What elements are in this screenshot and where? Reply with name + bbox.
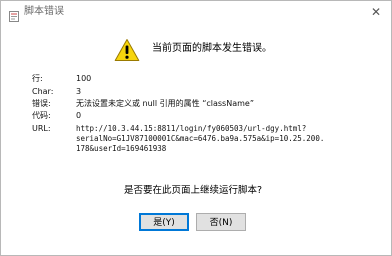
url-value: http://10.3.44.15:8811/login/fy060503/ur… bbox=[76, 124, 376, 154]
error-headline: 当前页面的脚本发生错误。 bbox=[152, 43, 272, 54]
char-value: 3 bbox=[76, 87, 82, 96]
close-icon[interactable]: ✕ bbox=[369, 5, 383, 19]
char-label: Char: bbox=[32, 87, 54, 96]
code-label: 代码: bbox=[32, 111, 51, 120]
warning-icon bbox=[114, 38, 140, 62]
yes-button[interactable]: 是(Y) bbox=[139, 213, 189, 231]
line-value: 100 bbox=[76, 74, 92, 83]
window-title: 脚本错误 bbox=[24, 6, 64, 17]
title-bar[interactable]: 脚本错误 ✕ bbox=[1, 1, 391, 25]
url-label: URL: bbox=[32, 124, 51, 133]
line-label: 行: bbox=[32, 74, 43, 83]
continue-question: 是否要在此页面上继续运行脚本? bbox=[124, 185, 263, 196]
url-line: http://10.3.44.15:8811/login/fy060503/ur… bbox=[76, 124, 307, 133]
error-value: 无法设置未定义或 null 引用的属性 “className” bbox=[76, 99, 254, 108]
error-label: 错误: bbox=[32, 99, 51, 108]
script-error-dialog: 脚本错误 ✕ 当前页面的脚本发生错误。 行: 100 Char: 3 错误: 无… bbox=[0, 0, 392, 256]
no-button[interactable]: 否(N) bbox=[196, 213, 246, 231]
url-line: serialNo=G1JV87100001C&mac=6476.ba9a.575… bbox=[76, 134, 325, 143]
script-doc-icon bbox=[9, 7, 19, 22]
code-value: 0 bbox=[76, 111, 82, 120]
url-line: 178&userId=169461938 bbox=[76, 144, 167, 153]
